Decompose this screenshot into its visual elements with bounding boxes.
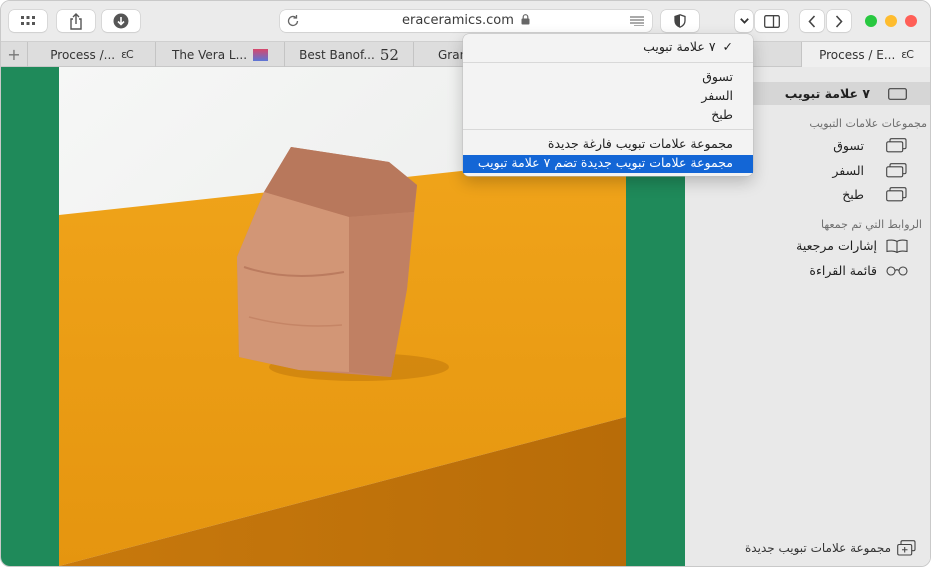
browser-window: eraceramics.com + Process /... ɛC The Ve… <box>0 0 931 567</box>
tab-overview-icon <box>21 16 35 25</box>
tab-groups-heading: مجموعات علامات التبويب <box>809 117 927 130</box>
tab-label: Process / E... <box>819 47 896 62</box>
tab-favicon: 52 <box>379 45 399 64</box>
back-icon <box>808 14 816 28</box>
plus-icon: + <box>7 45 21 64</box>
sidebar-reading-list[interactable]: قائمة القراءة <box>809 263 877 278</box>
menu-item-new-empty-group[interactable]: مجموعة علامات تبويب فارغة جديدة <box>548 136 733 151</box>
sidebar-toggle-button[interactable] <box>755 10 788 32</box>
sidebar-group-cooking[interactable]: طبخ <box>842 187 864 202</box>
tab-label: Process /... <box>50 47 116 62</box>
privacy-shield-icon <box>674 14 686 28</box>
menu-current-label: ٧ علامة تبويب <box>643 39 716 54</box>
address-url[interactable]: eraceramics.com <box>280 13 652 28</box>
tab-favicon <box>253 48 269 61</box>
menu-separator <box>463 62 753 63</box>
privacy-button[interactable] <box>661 10 699 32</box>
glasses-icon <box>886 266 908 276</box>
download-icon <box>113 13 129 29</box>
menu-item-travel[interactable]: السفر <box>701 88 733 103</box>
new-tab-group-icon[interactable] <box>897 540 916 556</box>
tab-group-icon <box>886 163 907 178</box>
tab-groups-menu-button[interactable] <box>735 10 753 32</box>
back-button[interactable] <box>800 10 824 32</box>
new-tab-button[interactable]: + <box>1 42 27 67</box>
sidebar-group-travel[interactable]: السفر <box>832 163 864 178</box>
forward-icon <box>835 14 843 28</box>
tab-2[interactable]: Best Banof... 52 <box>284 42 413 67</box>
tab-0[interactable]: Process /... ɛC <box>27 42 155 67</box>
collected-links-heading: الروابط التي تم جمعها <box>820 218 922 231</box>
checkmark-icon: ✓ <box>722 39 733 54</box>
tab-favicon: ɛC <box>901 48 914 61</box>
minimize-button[interactable] <box>885 15 897 27</box>
downloads-button[interactable] <box>102 10 140 32</box>
menu-item-new-group-with-tabs[interactable]: مجموعة علامات تبويب جديدة تضم ٧ علامة تب… <box>478 155 733 170</box>
reader-icon[interactable] <box>630 16 644 26</box>
sidebar-icon <box>763 14 780 28</box>
url-text: eraceramics.com <box>402 13 514 28</box>
zoom-button[interactable] <box>865 15 877 27</box>
chevron-down-icon <box>739 18 749 24</box>
menu-separator <box>463 129 753 130</box>
tab-label: Best Banof... <box>299 47 375 62</box>
share-button[interactable] <box>57 10 95 32</box>
menu-item-shopping[interactable]: تسوق <box>702 69 733 84</box>
sidebar-current-tabs: ٧ علامة تبويب <box>784 86 870 101</box>
book-icon <box>886 239 908 253</box>
new-tab-group-button[interactable]: مجموعة علامات تبويب جديدة <box>745 541 891 555</box>
menu-item-current-tabs[interactable]: ٧ علامة تبويب ✓ <box>643 39 733 54</box>
tab-groups-dropdown-menu: ٧ علامة تبويب ✓ تسوق السفر طبخ مجموعة عل… <box>463 34 753 176</box>
share-icon <box>70 12 82 30</box>
tab-group-icon <box>886 138 907 153</box>
sidebar-bookmarks[interactable]: إشارات مرجعية <box>796 238 877 253</box>
tab-favicon: ɛC <box>121 48 134 61</box>
tab-6-active[interactable]: Process / E... ɛC <box>801 42 930 67</box>
menu-item-cooking[interactable]: طبخ <box>711 107 733 122</box>
close-button[interactable] <box>905 15 917 27</box>
tab-overview-button[interactable] <box>9 10 47 32</box>
address-bar[interactable]: eraceramics.com <box>280 10 652 32</box>
tab-group-icon <box>886 187 907 202</box>
sidebar-group-shopping[interactable]: تسوق <box>833 138 864 153</box>
tab-label: The Vera L... <box>171 47 248 62</box>
forward-button[interactable] <box>827 10 851 32</box>
tab-icon <box>888 88 907 100</box>
lock-icon <box>521 14 530 25</box>
tab-1[interactable]: The Vera L... <box>155 42 284 67</box>
